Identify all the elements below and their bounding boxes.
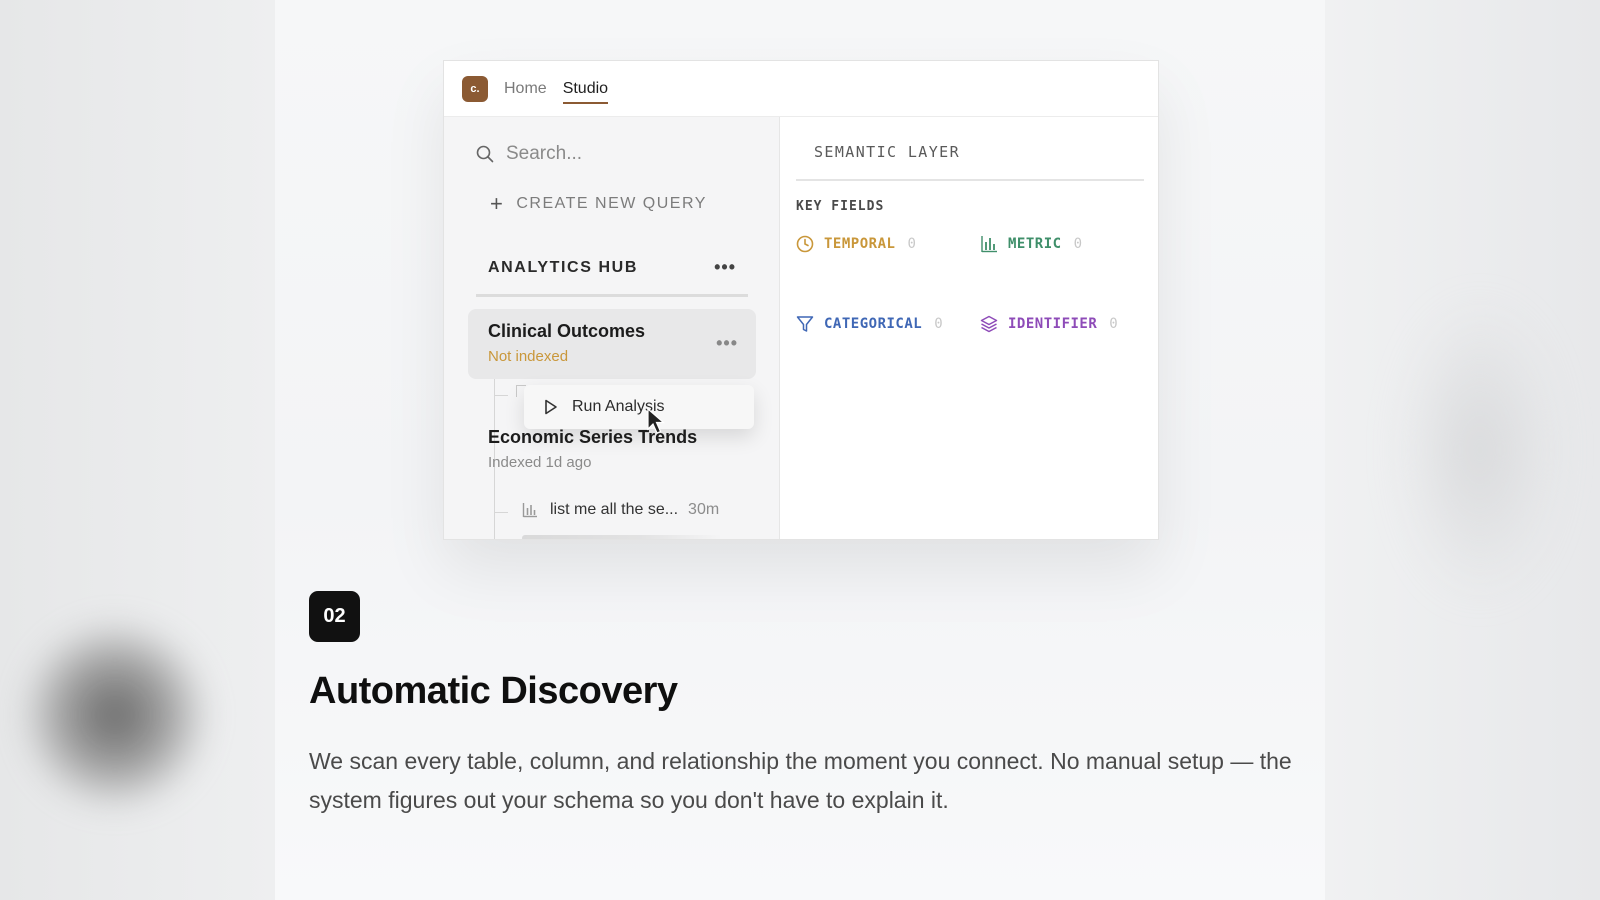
dataset-item-clinical-outcomes[interactable]: Clinical Outcomes Not indexed ••• [468, 309, 756, 379]
run-analysis-menu-item[interactable]: Run Analysis [524, 385, 754, 429]
app-logo[interactable]: c. [462, 75, 488, 102]
semantic-layer-title: SEMANTIC LAYER [814, 143, 961, 161]
top-nav-bar: c. Home Studio [444, 61, 1158, 117]
tree-branch [494, 395, 508, 396]
field-count: 0 [907, 236, 917, 252]
hub-more-options-icon[interactable]: ••• [714, 257, 736, 278]
field-count: 0 [1073, 236, 1083, 252]
semantic-layer-panel: SEMANTIC LAYER KEY FIELDS TEMPORAL 0 MET… [780, 117, 1158, 539]
field-label: CATEGORICAL [824, 316, 923, 332]
tree-branch [494, 512, 508, 513]
query-list-item[interactable]: list me all the se... 30m [522, 501, 762, 519]
background-blur-blob [20, 620, 210, 810]
field-count: 0 [1109, 316, 1119, 332]
background-right-blob [1400, 300, 1560, 600]
field-label: TEMPORAL [824, 236, 896, 252]
create-new-query-label: CREATE NEW QUERY [516, 195, 707, 212]
query-label: list me all the se... [550, 501, 679, 518]
bar-chart-icon [981, 236, 997, 253]
mouse-cursor-icon [647, 407, 666, 434]
field-metric[interactable]: METRIC 0 [980, 235, 1083, 253]
field-identifier[interactable]: IDENTIFIER 0 [980, 315, 1118, 333]
truncated-list-item [522, 535, 722, 539]
play-icon [545, 399, 557, 415]
dataset-title: Clinical Outcomes [488, 321, 646, 341]
analytics-hub-header: ANALYTICS HUB ••• [476, 241, 748, 297]
search-input[interactable] [506, 143, 726, 165]
key-fields-label: KEY FIELDS [796, 199, 885, 214]
divider [796, 179, 1144, 181]
field-label: METRIC [1008, 236, 1062, 252]
feature-description: We scan every table, column, and relatio… [309, 748, 1292, 813]
field-temporal[interactable]: TEMPORAL 0 [796, 235, 916, 253]
create-new-query-button[interactable]: + CREATE NEW QUERY [490, 193, 707, 215]
sidebar: + CREATE NEW QUERY ANALYTICS HUB ••• Cli… [444, 117, 780, 539]
app-window: c. Home Studio + CREATE NEW QUERY ANALYT… [443, 60, 1159, 540]
search-icon [476, 145, 494, 163]
dataset-status: Indexed 1d ago [488, 454, 592, 471]
nav-studio[interactable]: Studio [562, 74, 609, 104]
feature-headline: Automatic Discovery [309, 670, 678, 712]
field-count: 0 [934, 316, 944, 332]
dataset-more-options-icon[interactable]: ••• [716, 333, 738, 354]
nav-home[interactable]: Home [504, 74, 547, 104]
step-number-badge: 02 [309, 591, 360, 642]
field-label: IDENTIFIER [1008, 316, 1098, 332]
dataset-status: Not indexed [488, 348, 569, 365]
bar-chart-icon [522, 503, 537, 518]
clock-icon [796, 235, 814, 253]
layers-icon [980, 315, 998, 333]
query-time: 30m [688, 501, 720, 518]
field-categorical[interactable]: CATEGORICAL 0 [796, 315, 943, 333]
plus-icon: + [490, 191, 505, 216]
hub-title: ANALYTICS HUB [488, 258, 638, 276]
filter-icon [796, 316, 814, 332]
search-bar [476, 143, 726, 165]
